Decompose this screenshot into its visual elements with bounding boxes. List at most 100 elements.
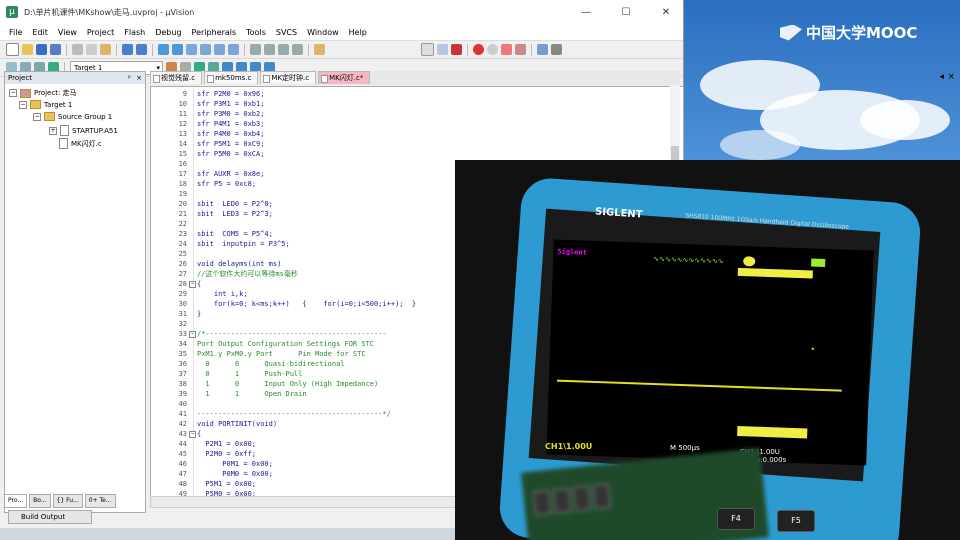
line-number: 24 (178, 240, 187, 248)
tree-item-c-file[interactable]: MK闪灯.c (59, 138, 102, 149)
tab-functions[interactable]: {} Fu... (52, 494, 83, 508)
line-number: 48 (178, 480, 187, 488)
tree-item-startup-file[interactable]: + STARTUP.A51 (49, 125, 118, 136)
bookmark-next-icon[interactable] (214, 44, 225, 55)
tab-books[interactable]: Bo... (29, 494, 51, 508)
incremental-find-icon[interactable] (437, 44, 448, 55)
code-line[interactable]: 13 sfr P4M0 = 0xb4; (151, 129, 681, 139)
paste-icon[interactable] (100, 44, 111, 55)
menu-window[interactable]: Window (302, 28, 344, 37)
tab-project[interactable]: Pro... (4, 494, 28, 508)
code-line[interactable]: 15 sfr P5M0 = 0xCA; (151, 149, 681, 159)
project-icon (20, 88, 31, 98)
line-number: 12 (178, 120, 187, 128)
line-number: 28 (178, 280, 187, 288)
tab-templates[interactable]: 0+ Te... (84, 494, 116, 508)
panel-close-icon[interactable]: × (136, 72, 142, 84)
screen-logo: Siglent (557, 247, 588, 257)
redo-icon[interactable] (136, 44, 147, 55)
undo-icon[interactable] (122, 44, 133, 55)
breakpoint-icon[interactable] (473, 44, 484, 55)
code-text: P0M0 = 0x00; (197, 470, 273, 478)
menu-edit[interactable]: Edit (27, 28, 53, 37)
menu-tools[interactable]: Tools (241, 28, 271, 37)
tree-item-project[interactable]: − Project: 走马 (9, 88, 77, 98)
bookmark-clear-icon[interactable] (228, 44, 239, 55)
code-text: sbit COM5 = P5^4; (197, 230, 273, 238)
close-tab-icon[interactable]: × (947, 72, 955, 82)
menu-peripherals[interactable]: Peripherals (187, 28, 242, 37)
menu-svcs[interactable]: SVCS (271, 28, 302, 37)
kill-breakpoints-icon[interactable] (501, 44, 512, 55)
editor-tab[interactable]: mk50ms.c (204, 71, 259, 84)
maximize-button[interactable]: ☐ (609, 7, 643, 18)
save-all-icon[interactable] (50, 44, 61, 55)
find-combo-icon[interactable] (421, 43, 434, 56)
new-file-icon[interactable] (6, 43, 19, 56)
open-folder-icon[interactable] (22, 44, 33, 55)
timebase-label: M 500μs (670, 444, 700, 452)
copy-icon[interactable] (86, 44, 97, 55)
menu-file[interactable]: File (4, 28, 27, 37)
editor-tab[interactable]: 视觉残留.c (150, 71, 203, 84)
line-number: 15 (178, 150, 187, 158)
line-number: 17 (178, 170, 187, 178)
digit (532, 489, 552, 516)
code-line[interactable]: 12 sfr P4M1 = 0xb3; (151, 119, 681, 129)
code-text: //这个软件大约可以等待ms毫秒 (197, 270, 298, 278)
code-line[interactable]: 11 sfr P3M0 = 0xb2; (151, 109, 681, 119)
line-number: 25 (178, 250, 187, 258)
pin-icon[interactable]: ᵖ (128, 72, 131, 84)
uvision-app-icon: µ (6, 6, 18, 18)
debug-settings-icon[interactable] (515, 44, 526, 55)
unindent-icon[interactable] (264, 44, 275, 55)
tab-list-icon[interactable]: ◂ (939, 72, 944, 82)
indent-icon[interactable] (250, 44, 261, 55)
debug-zoom-icon[interactable] (451, 44, 462, 55)
line-number: 39 (178, 390, 187, 398)
disable-breakpoint-icon[interactable] (487, 44, 498, 55)
menu-view[interactable]: View (53, 28, 82, 37)
ch1-trace (556, 379, 842, 392)
tree-item-source-group[interactable]: − Source Group 1 (33, 112, 112, 121)
uncomment-icon[interactable] (292, 44, 303, 55)
nav-forward-icon[interactable] (172, 44, 183, 55)
code-line[interactable]: 10 sfr P3M1 = 0xb1; (151, 99, 681, 109)
menu-debug[interactable]: Debug (150, 28, 186, 37)
code-text: sfr P3M1 = 0xb1; (197, 100, 265, 108)
code-line[interactable]: 14 sfr P5M1 = 0xC9; (151, 139, 681, 149)
nav-back-icon[interactable] (158, 44, 169, 55)
tree-item-target[interactable]: − Target 1 (19, 100, 72, 109)
save-icon[interactable] (36, 44, 47, 55)
expand-icon[interactable]: + (49, 126, 57, 135)
comment-icon[interactable] (278, 44, 289, 55)
trigger-wave: ∿∿∿∿∿∿∿∿∿∿∿∿ (653, 254, 724, 266)
fold-icon[interactable]: − (189, 281, 196, 288)
editor-tab-active[interactable]: MK闪灯.c* (318, 71, 371, 84)
collapse-icon[interactable]: − (9, 89, 17, 97)
find-in-files-icon[interactable] (314, 44, 325, 55)
code-text: 1 0 Input Only (High Impedance) (197, 380, 379, 388)
cut-icon[interactable] (72, 44, 83, 55)
tab-build-output[interactable]: Build Output (8, 510, 92, 524)
fold-icon[interactable]: − (189, 331, 196, 338)
menu-bar: File Edit View Project Flash Debug Perip… (0, 24, 683, 41)
line-number: 19 (178, 190, 187, 198)
minimize-button[interactable]: — (569, 7, 603, 18)
configure-icon[interactable] (551, 44, 562, 55)
f4-key: F4 (717, 508, 755, 530)
bookmark-icon[interactable] (186, 44, 197, 55)
code-line[interactable]: 9 sfr P2M0 = 0x96; (151, 89, 681, 99)
window-layout-icon[interactable] (537, 44, 548, 55)
bookmark-prev-icon[interactable] (200, 44, 211, 55)
oscilloscope-screen: Siglent ∿∿∿∿∿∿∿∿∿∿∿∿ ◂ (546, 239, 874, 466)
close-button[interactable]: ✕ (649, 7, 683, 18)
menu-help[interactable]: Help (344, 28, 372, 37)
fold-icon[interactable]: − (189, 431, 196, 438)
collapse-icon[interactable]: − (19, 100, 27, 109)
code-text: sfr P5 = 0xc8; (197, 180, 257, 188)
editor-tab[interactable]: MK定时钟.c (260, 71, 317, 84)
menu-project[interactable]: Project (82, 28, 119, 37)
menu-flash[interactable]: Flash (119, 28, 150, 37)
collapse-icon[interactable]: − (33, 112, 41, 121)
